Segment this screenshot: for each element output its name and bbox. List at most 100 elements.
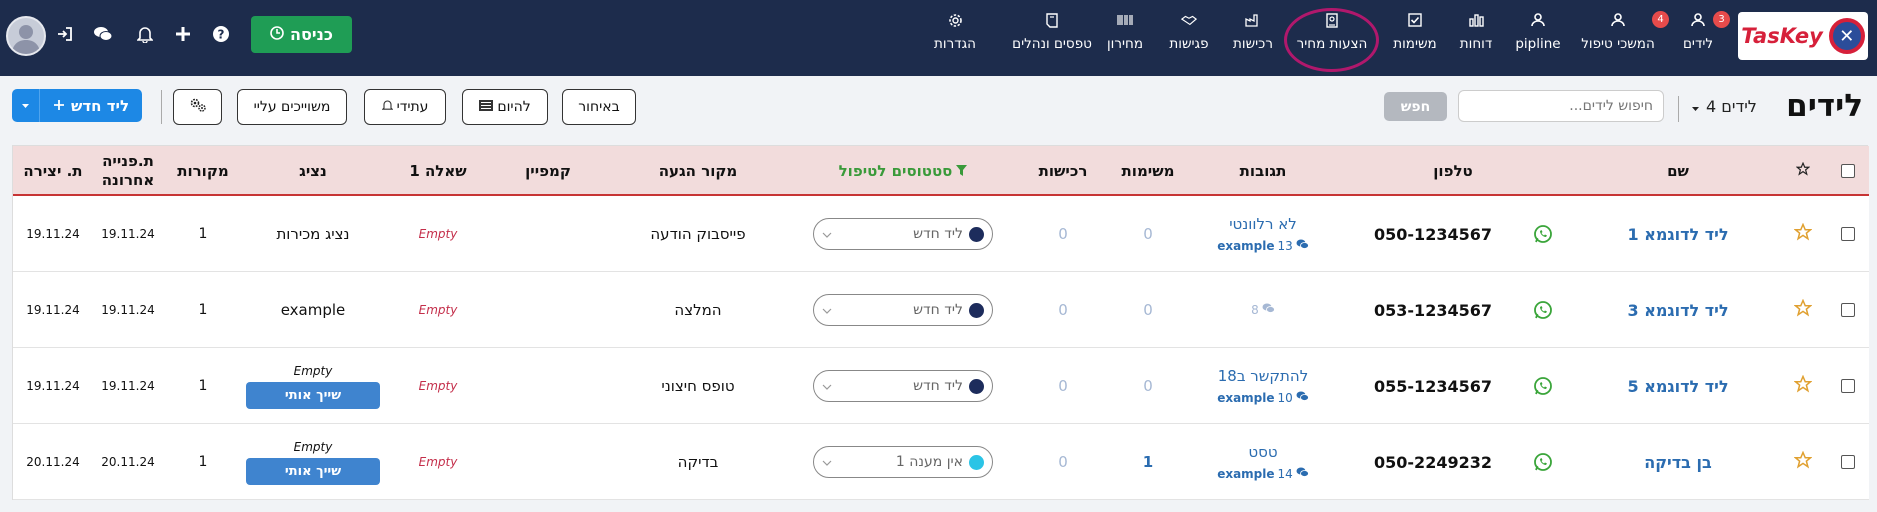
row-checkbox[interactable]: [1841, 303, 1855, 317]
tasks-count[interactable]: 0: [1103, 348, 1193, 424]
table-row[interactable]: בן בדיקה 050-2249232 טסט 14 example 1 0 א…: [13, 424, 1869, 500]
col-rep[interactable]: נציג: [243, 146, 383, 196]
nav-item-tasks[interactable]: משימות: [1387, 12, 1443, 62]
nav-item-forms[interactable]: טפסים ונהלים: [1012, 12, 1092, 62]
brand-logo[interactable]: TasKey ✕: [1738, 12, 1868, 60]
question-empty[interactable]: Empty: [383, 196, 493, 272]
col-name[interactable]: שם: [1583, 146, 1773, 196]
nav-item-reports[interactable]: דוחות: [1454, 12, 1498, 62]
new-lead-dropdown-toggle[interactable]: [12, 89, 40, 122]
enter-button[interactable]: כניסה: [251, 16, 352, 53]
last-response[interactable]: לא רלוונטי: [1229, 215, 1297, 233]
response-summary[interactable]: 10 example: [1217, 391, 1309, 405]
lead-name-link[interactable]: בן בדיקה: [1583, 424, 1773, 500]
row-checkbox-cell[interactable]: [1833, 196, 1863, 272]
response-summary[interactable]: 8: [1251, 303, 1275, 317]
tasks-count[interactable]: 0: [1103, 196, 1193, 272]
assign-me-button[interactable]: שייך אותי: [246, 457, 380, 485]
col-source[interactable]: מקור הגעה: [603, 146, 793, 196]
filter-today-button[interactable]: להיום: [462, 89, 548, 125]
table-row[interactable]: ליד לדוגמא 3 053-1234567 8 0 0 ליד חדש ה…: [13, 272, 1869, 348]
purchases-count[interactable]: 0: [1023, 272, 1103, 348]
row-checkbox[interactable]: [1841, 455, 1855, 469]
last-response[interactable]: להתקשר ב18: [1218, 367, 1308, 385]
select-all-checkbox[interactable]: [1841, 164, 1855, 178]
filter-assigned-to-me-button[interactable]: משוייכים עליי: [237, 89, 347, 125]
table-row[interactable]: ליד לדוגמא 5 055-1234567 להתקשר ב18 10 ex…: [13, 348, 1869, 424]
col-tasks[interactable]: משימות: [1103, 146, 1193, 196]
purchases-count[interactable]: 0: [1023, 424, 1103, 500]
login-icon[interactable]: [54, 23, 76, 45]
new-lead-button[interactable]: ליד חדש: [12, 89, 142, 122]
status-select-cell[interactable]: ליד חדש: [803, 196, 1003, 272]
row-checkbox-cell[interactable]: [1833, 424, 1863, 500]
avatar[interactable]: [6, 16, 46, 56]
search-input[interactable]: [1458, 90, 1664, 122]
col-responses[interactable]: תגובות: [1193, 146, 1333, 196]
col-campaign[interactable]: קמפיין: [493, 146, 603, 196]
column-settings-button[interactable]: [173, 89, 222, 125]
nav-item-quotes[interactable]: הצעות מחיר: [1287, 12, 1377, 62]
col-phone[interactable]: טלפון: [1343, 146, 1563, 196]
star-icon[interactable]: [1793, 374, 1813, 397]
whatsapp-icon[interactable]: [1523, 272, 1563, 348]
response-summary[interactable]: 13 example: [1217, 239, 1309, 253]
status-select[interactable]: ליד חדש: [813, 370, 993, 402]
assign-me-button[interactable]: שייך אותי: [246, 381, 380, 409]
status-select-cell[interactable]: ליד חדש: [803, 272, 1003, 348]
nav-item-purchases[interactable]: רכישות: [1228, 12, 1278, 62]
help-icon[interactable]: ?: [210, 23, 232, 45]
lead-name-link[interactable]: ליד לדוגמא 3: [1583, 272, 1773, 348]
lead-name-link[interactable]: ליד לדוגמא 1: [1583, 196, 1773, 272]
row-checkbox-cell[interactable]: [1833, 348, 1863, 424]
responses-cell[interactable]: להתקשר ב18 10 example: [1193, 348, 1333, 424]
response-summary[interactable]: 14 example: [1217, 467, 1309, 481]
last-response[interactable]: טסט: [1248, 443, 1277, 461]
nav-item-followups[interactable]: 4 המשכי טיפול: [1570, 11, 1669, 62]
bell-icon[interactable]: [134, 23, 156, 45]
whatsapp-icon[interactable]: [1523, 196, 1563, 272]
col-status[interactable]: סטטוסים לטיפול: [803, 146, 1003, 196]
question-empty[interactable]: Empty: [383, 272, 493, 348]
question-empty[interactable]: Empty: [383, 424, 493, 500]
col-question[interactable]: שאלה 1: [383, 146, 493, 196]
whatsapp-icon[interactable]: [1523, 348, 1563, 424]
responses-cell[interactable]: טסט 14 example: [1193, 424, 1333, 500]
col-created[interactable]: ת. יצירה: [13, 146, 93, 196]
nav-item-pricelist[interactable]: מחירון: [1100, 12, 1150, 62]
nav-item-pipeline[interactable]: pipline: [1513, 12, 1563, 62]
leads-count-dropdown[interactable]: 4 לידים: [1691, 97, 1757, 116]
row-checkbox[interactable]: [1841, 227, 1855, 241]
star-icon[interactable]: [1793, 222, 1813, 245]
status-select[interactable]: ליד חדש: [813, 218, 993, 250]
status-select[interactable]: אין מענה 1: [813, 446, 993, 478]
new-lead-main[interactable]: ליד חדש: [40, 97, 142, 115]
status-select-cell[interactable]: ליד חדש: [803, 348, 1003, 424]
favorite-star[interactable]: [1783, 272, 1823, 348]
purchases-count[interactable]: 0: [1023, 196, 1103, 272]
purchases-count[interactable]: 0: [1023, 348, 1103, 424]
filter-overdue-button[interactable]: באיחור: [562, 89, 636, 125]
question-empty[interactable]: Empty: [383, 348, 493, 424]
tasks-count[interactable]: 1: [1103, 424, 1193, 500]
star-icon[interactable]: [1793, 450, 1813, 473]
col-sources[interactable]: מקורות: [163, 146, 243, 196]
star-icon[interactable]: [1793, 298, 1813, 321]
chat-icon[interactable]: [92, 23, 114, 45]
filter-future-button[interactable]: עתידי: [364, 89, 446, 125]
favorite-star[interactable]: [1783, 424, 1823, 500]
status-select[interactable]: ליד חדש: [813, 294, 993, 326]
responses-cell[interactable]: לא רלוונטי 13 example: [1193, 196, 1333, 272]
search-button[interactable]: חפש: [1384, 92, 1447, 121]
table-row[interactable]: ליד לדוגמא 1 050-1234567 לא רלוונטי 13 ex…: [13, 196, 1869, 272]
favorite-star[interactable]: [1783, 196, 1823, 272]
whatsapp-icon[interactable]: [1523, 424, 1563, 500]
responses-cell[interactable]: 8: [1193, 272, 1333, 348]
nav-item-leads[interactable]: 3 לידים: [1675, 11, 1730, 62]
nav-item-settings[interactable]: הגדרות: [932, 12, 978, 62]
col-last-contact[interactable]: ת.פנייה אחרונה: [93, 146, 163, 196]
lead-name-link[interactable]: ליד לדוגמא 5: [1583, 348, 1773, 424]
status-select-cell[interactable]: אין מענה 1: [803, 424, 1003, 500]
nav-item-meetings[interactable]: פגישות: [1163, 12, 1215, 62]
row-checkbox[interactable]: [1841, 379, 1855, 393]
